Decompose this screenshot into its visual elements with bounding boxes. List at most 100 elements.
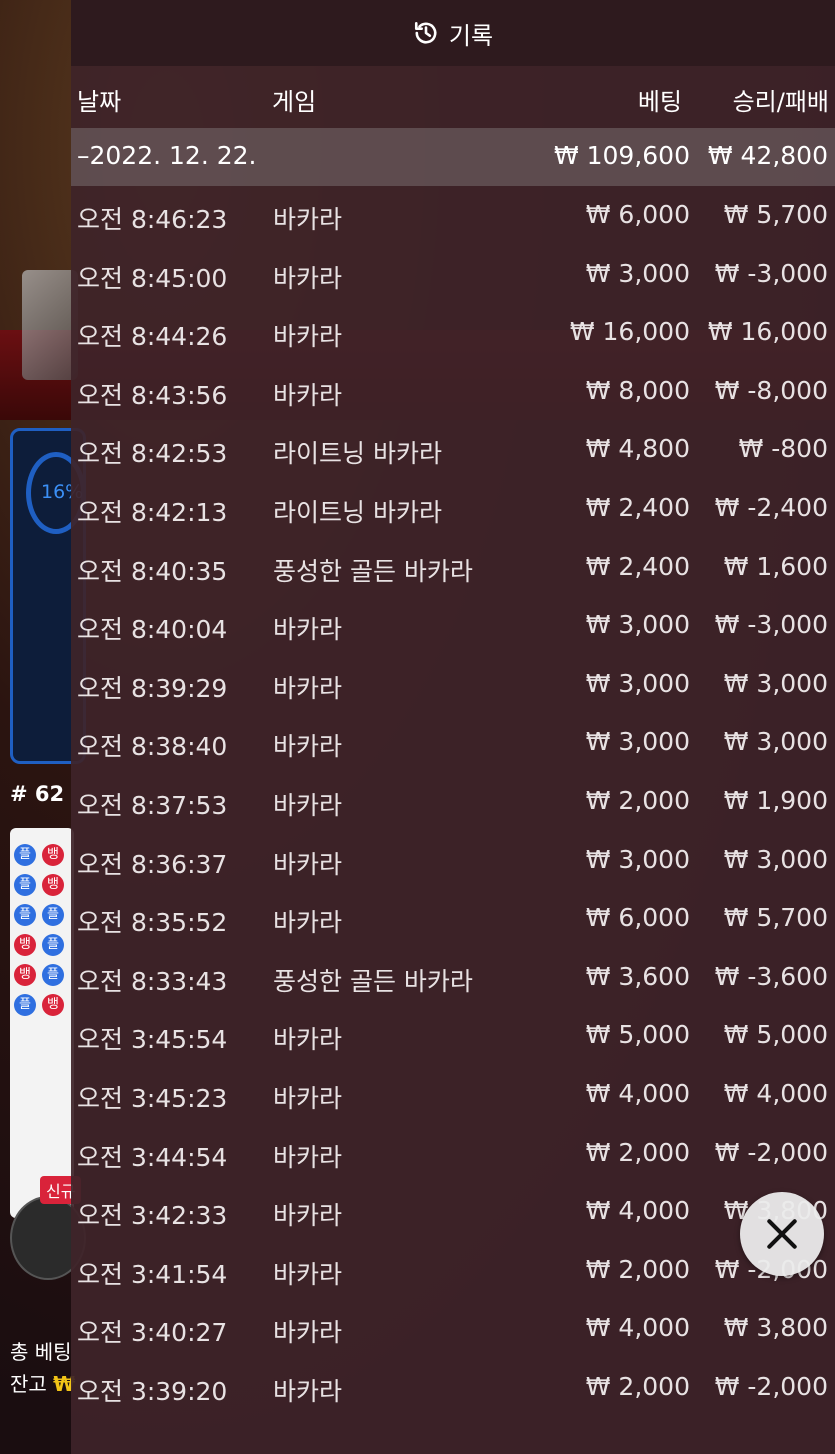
history-row[interactable]: 오전 8:40:35 풍성한 골든 바카라 ₩ 2,400 ₩ 1,600 xyxy=(71,538,835,597)
row-time: 오전 3:42:33 xyxy=(77,1201,228,1231)
row-game: 바카라 xyxy=(273,1259,343,1289)
row-winloss: ₩ 1,600 xyxy=(723,551,828,581)
row-game: 라이트닝 바카라 xyxy=(273,497,442,527)
history-row[interactable]: 오전 8:38:40 바카라 ₩ 3,000 ₩ 3,000 xyxy=(71,713,835,772)
row-time: 오전 3:45:23 xyxy=(77,1083,228,1113)
row-game: 바카라 xyxy=(273,1318,343,1348)
row-time: 오전 8:45:00 xyxy=(77,263,228,293)
row-game: 바카라 xyxy=(273,673,343,703)
history-row[interactable]: 오전 8:36:37 바카라 ₩ 3,000 ₩ 3,000 xyxy=(71,831,835,890)
row-time: 오전 3:41:54 xyxy=(77,1259,228,1289)
balance-label: 잔고 xyxy=(10,1372,47,1396)
history-row[interactable]: 오전 8:39:29 바카라 ₩ 3,000 ₩ 3,000 xyxy=(71,655,835,714)
row-time: 오전 8:37:53 xyxy=(77,790,228,820)
row-time: 오전 8:36:37 xyxy=(77,849,228,879)
history-row[interactable]: 오전 8:37:53 바카라 ₩ 2,000 ₩ 1,900 xyxy=(71,772,835,831)
column-winloss: 승리/패배 xyxy=(732,88,829,116)
row-time: 오전 3:39:20 xyxy=(77,1376,228,1406)
row-bet: ₩ 2,000 xyxy=(585,1371,690,1401)
day-winloss-total: ₩ 42,800 xyxy=(707,141,828,170)
history-row[interactable]: 오전 3:41:54바카라₩ 2,000₩ -2,000 xyxy=(71,1241,835,1300)
row-winloss: ₩ 5,700 xyxy=(723,903,828,933)
row-bet: ₩ 4,000 xyxy=(585,1313,690,1343)
row-time: 오전 8:33:43 xyxy=(77,966,228,996)
row-game: 바카라 xyxy=(273,1142,343,1172)
history-row[interactable]: 오전 8:42:13 라이트닝 바카라 ₩ 2,400 ₩ -2,400 xyxy=(71,479,835,538)
row-winloss: ₩ 3,000 xyxy=(723,668,828,698)
row-bet: ₩ 3,000 xyxy=(585,258,690,288)
row-bet: ₩ 3,000 xyxy=(585,668,690,698)
bead-player: 플 xyxy=(42,934,64,956)
history-row[interactable]: 오전 3:44:54 바카라 ₩ 2,000 ₩ -2,000 xyxy=(71,1124,835,1183)
row-bet: ₩ 5,000 xyxy=(585,1020,690,1050)
bead-player: 플 xyxy=(14,994,36,1016)
history-row[interactable]: 오전 8:46:23 바카라 ₩ 6,000 ₩ 5,700 xyxy=(71,186,835,245)
row-winloss: ₩ -2,000 xyxy=(714,1137,828,1167)
history-row[interactable]: 오전 3:45:23 바카라 ₩ 4,000 ₩ 4,000 xyxy=(71,1065,835,1124)
row-time: 오전 3:44:54 xyxy=(77,1142,228,1172)
history-row[interactable]: 오전 8:44:26 바카라 ₩ 16,000 ₩ 16,000 xyxy=(71,303,835,362)
row-time: 오전 8:39:29 xyxy=(77,673,228,703)
row-bet: ₩ 3,000 xyxy=(585,844,690,874)
row-game: 풍성한 골든 바카라 xyxy=(273,966,473,996)
history-row[interactable]: 오전 3:39:20 바카라 ₩ 2,000 ₩ -2,000 xyxy=(71,1358,835,1417)
row-time: 오전 8:44:26 xyxy=(77,322,228,352)
history-row[interactable]: 오전 8:45:00 바카라 ₩ 3,000 ₩ -3,000 xyxy=(71,245,835,304)
row-game: 바카라 xyxy=(273,322,343,352)
row-game: 바카라 xyxy=(273,263,343,293)
history-row[interactable]: 오전 8:40:04 바카라 ₩ 3,000 ₩ -3,000 xyxy=(71,596,835,655)
history-row[interactable]: 오전 8:33:43 풍성한 골든 바카라 ₩ 3,600 ₩ -3,600 xyxy=(71,948,835,1007)
panel-header: 기록 xyxy=(71,0,835,66)
row-bet: ₩ 4,000 xyxy=(585,1196,690,1226)
row-time: 오전 8:42:13 xyxy=(77,497,228,527)
row-game: 바카라 xyxy=(273,1083,343,1113)
row-winloss: ₩ -3,000 xyxy=(714,258,828,288)
history-panel: 기록 날짜 게임 베팅 승리/패배 –2022. 12. 22. ₩ 109,6… xyxy=(71,0,835,1454)
row-game: 바카라 xyxy=(273,849,343,879)
row-bet: ₩ 3,000 xyxy=(585,610,690,640)
row-winloss: ₩ 16,000 xyxy=(707,317,828,347)
row-bet: ₩ 2,000 xyxy=(585,1254,690,1284)
row-game: 바카라 xyxy=(273,205,343,234)
row-time: 오전 8:38:40 xyxy=(77,732,228,762)
history-row[interactable]: 오전 3:42:33바카라₩ 4,000₩ 3,800 xyxy=(71,1182,835,1241)
row-bet: ₩ 2,400 xyxy=(585,492,690,522)
row-bet: ₩ 4,000 xyxy=(585,1078,690,1108)
history-row[interactable]: 오전 8:43:56 바카라 ₩ 8,000 ₩ -8,000 xyxy=(71,362,835,421)
row-game: 바카라 xyxy=(273,1376,343,1406)
row-winloss: ₩ -800 xyxy=(738,434,828,464)
balance: 잔고 ₩ xyxy=(10,1368,75,1397)
row-winloss: ₩ -3,600 xyxy=(714,961,828,991)
row-bet: ₩ 2,000 xyxy=(585,1137,690,1167)
bead-banker: 뱅 xyxy=(14,964,36,986)
column-bet: 베팅 xyxy=(637,88,682,116)
row-winloss: ₩ -8,000 xyxy=(714,375,828,405)
row-game: 바카라 xyxy=(273,380,343,410)
row-time: 오전 8:40:04 xyxy=(77,615,228,645)
column-headers: 날짜 게임 베팅 승리/패배 xyxy=(71,66,835,128)
row-bet: ₩ 2,400 xyxy=(585,551,690,581)
row-game: 풍성한 골든 바카라 xyxy=(273,556,473,586)
row-game: 바카라 xyxy=(273,1201,343,1231)
row-winloss: ₩ 5,700 xyxy=(723,200,828,229)
history-row[interactable]: 오전 8:42:53 라이트닝 바카라 ₩ 4,800 ₩ -800 xyxy=(71,420,835,479)
row-winloss: ₩ 5,000 xyxy=(723,1020,828,1050)
row-bet: ₩ 2,000 xyxy=(585,785,690,815)
panel-title: 기록 xyxy=(448,21,494,50)
total-bet-label: 총 베팅 xyxy=(10,1340,72,1364)
row-game: 바카라 xyxy=(273,732,343,762)
bead-banker: 뱅 xyxy=(42,994,64,1016)
history-row[interactable]: 오전 8:35:52 바카라 ₩ 6,000 ₩ 5,700 xyxy=(71,889,835,948)
history-row[interactable]: 오전 3:45:54 바카라 ₩ 5,000 ₩ 5,000 xyxy=(71,1006,835,1065)
row-time: 오전 8:35:52 xyxy=(77,908,228,938)
row-winloss: ₩ -3,000 xyxy=(714,610,828,640)
history-row[interactable]: 오전 3:40:27 바카라 ₩ 4,000 ₩ 3,800 xyxy=(71,1299,835,1358)
row-winloss: ₩ -2,000 xyxy=(714,1371,828,1401)
row-bet: ₩ 16,000 xyxy=(569,317,690,347)
bead-banker: 뱅 xyxy=(42,844,64,866)
day-group-header[interactable]: –2022. 12. 22. ₩ 109,600 ₩ 42,800 xyxy=(71,128,835,186)
close-button[interactable] xyxy=(740,1192,824,1276)
row-time: 오전 8:46:23 xyxy=(77,205,228,234)
bead-road: 플 뱅 플 뱅 플 플 뱅 플 뱅 플 플 뱅 xyxy=(10,828,74,1218)
row-time: 오전 3:45:54 xyxy=(77,1025,228,1055)
